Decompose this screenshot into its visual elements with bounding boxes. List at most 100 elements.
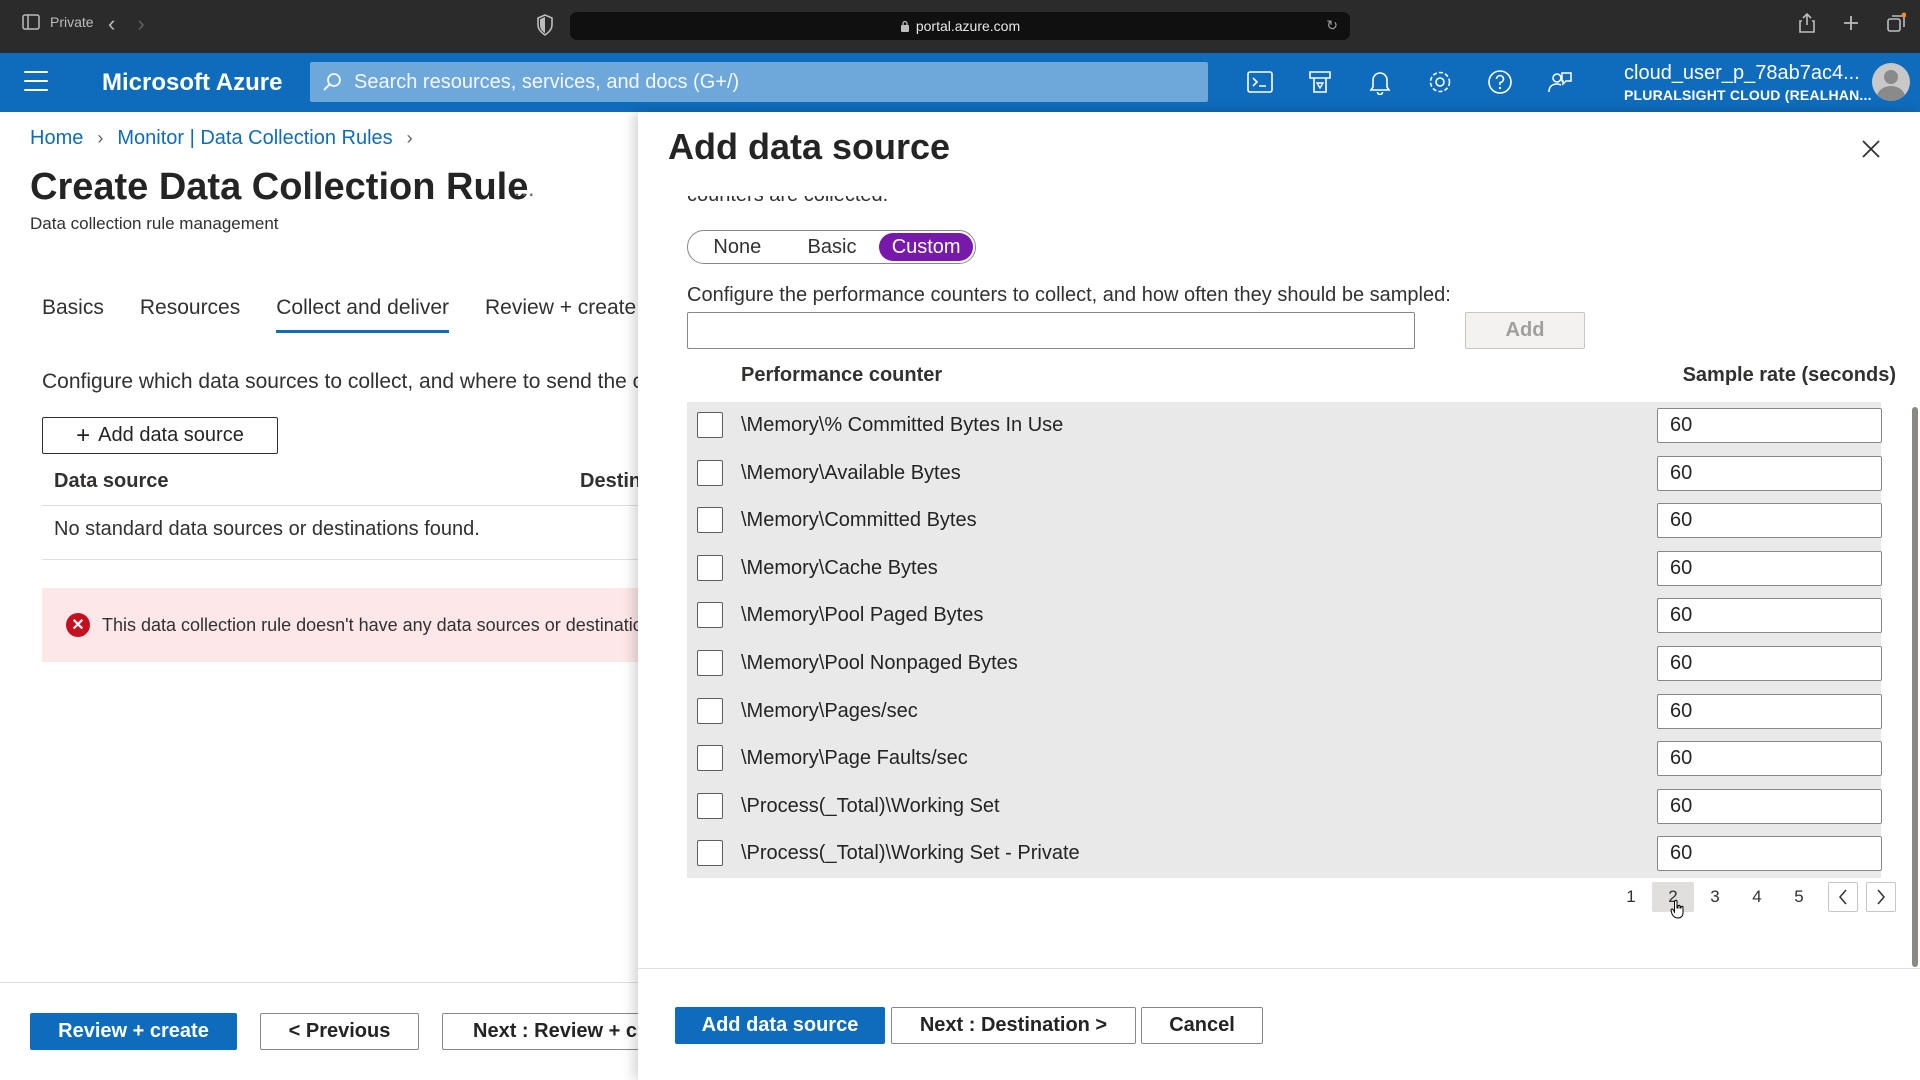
column-performance-counter: Performance counter xyxy=(741,364,943,386)
private-indicator: Private xyxy=(22,14,94,30)
counter-name: \Memory\% Committed Bytes In Use xyxy=(741,414,1064,436)
table-row: \Process(_Total)\Working Set - Private xyxy=(687,830,1882,878)
row-checkbox[interactable] xyxy=(697,459,723,486)
breadcrumb-home[interactable]: Home xyxy=(30,127,83,150)
counter-name: \Memory\Pool Nonpaged Bytes xyxy=(741,652,1018,674)
sample-rate-input[interactable] xyxy=(1657,598,1882,634)
notifications-icon[interactable] xyxy=(1364,66,1396,98)
table-row: \Memory\% Committed Bytes In Use xyxy=(687,402,1882,450)
close-icon[interactable] xyxy=(1856,134,1886,164)
panel-scrollbar[interactable] xyxy=(1912,407,1918,967)
counter-name: \Memory\Committed Bytes xyxy=(741,509,977,532)
pill-none[interactable]: None xyxy=(690,233,785,261)
counter-name-input[interactable] xyxy=(687,312,1415,349)
menu-icon[interactable] xyxy=(24,71,48,91)
forward-icon[interactable]: › xyxy=(137,12,144,36)
sample-rate-input[interactable] xyxy=(1657,836,1882,872)
table-row: \Memory\Committed Bytes xyxy=(687,497,1882,545)
account-tenant: PLURALSIGHT CLOUD (REALHAN... xyxy=(1624,87,1872,103)
row-checkbox[interactable] xyxy=(697,840,723,867)
add-data-source-label: Add data source xyxy=(98,424,244,446)
page-button-5[interactable]: 5 xyxy=(1778,882,1820,912)
browser-actions xyxy=(1798,12,1906,34)
shield-icon[interactable] xyxy=(536,14,554,36)
feedback-icon[interactable] xyxy=(1544,66,1576,98)
tab-review-create[interactable]: Review + create xyxy=(485,296,636,333)
row-checkbox[interactable] xyxy=(697,554,723,581)
sample-rate-input[interactable] xyxy=(1657,646,1882,681)
back-icon[interactable]: ‹ xyxy=(108,12,115,36)
directory-filter-icon[interactable] xyxy=(1304,66,1336,98)
tab-collect-and-deliver[interactable]: Collect and deliver xyxy=(276,296,450,333)
account-info[interactable]: cloud_user_p_78ab7ac4... PLURALSIGHT CLO… xyxy=(1624,61,1872,105)
address-bar[interactable]: portal.azure.com ↻ xyxy=(570,12,1350,40)
add-counter-button[interactable]: Add xyxy=(1465,312,1585,349)
tab-resources[interactable]: Resources xyxy=(140,296,240,333)
error-message: This data collection rule doesn't have a… xyxy=(102,614,643,635)
previous-button[interactable]: < Previous xyxy=(260,1013,419,1050)
column-destination: Destin xyxy=(580,470,642,492)
table-row: \Memory\Page Faults/sec xyxy=(687,735,1882,783)
row-checkbox[interactable] xyxy=(697,602,723,629)
hand-cursor-icon xyxy=(1670,899,1684,919)
help-icon[interactable] xyxy=(1484,66,1516,98)
review-create-button[interactable]: Review + create xyxy=(30,1013,237,1050)
browser-nav: ‹ › xyxy=(108,12,145,36)
cloud-shell-icon[interactable] xyxy=(1244,66,1276,98)
counter-name: \Memory\Pages/sec xyxy=(741,699,918,722)
account-username: cloud_user_p_78ab7ac4... xyxy=(1624,62,1860,84)
row-checkbox[interactable] xyxy=(697,792,723,819)
sample-rate-input[interactable] xyxy=(1657,550,1882,586)
pill-custom[interactable]: Custom xyxy=(879,233,973,261)
sample-rate-input[interactable] xyxy=(1657,693,1882,729)
avatar[interactable] xyxy=(1872,63,1910,101)
row-checkbox[interactable] xyxy=(697,412,723,438)
azure-top-nav: Microsoft Azure Search resources, servic… xyxy=(0,53,1920,112)
tab-basics[interactable]: Basics xyxy=(42,296,104,333)
tabs-overview-icon[interactable] xyxy=(1886,12,1906,34)
counter-name: \Process(_Total)\Working Set xyxy=(741,794,1000,817)
sample-rate-input[interactable] xyxy=(1657,408,1882,443)
add-data-source-button[interactable]: + Add data source xyxy=(42,417,278,454)
scrolled-description: counters are collected. xyxy=(687,196,888,206)
cancel-button[interactable]: Cancel xyxy=(1141,1007,1263,1044)
panel-title: Add data source xyxy=(668,126,951,167)
sample-rate-input[interactable] xyxy=(1657,503,1882,539)
search-placeholder: Search resources, services, and docs (G+… xyxy=(354,70,740,93)
chevron-right-icon[interactable] xyxy=(1866,882,1896,912)
search-input[interactable]: Search resources, services, and docs (G+… xyxy=(310,62,1208,102)
footer-divider xyxy=(0,982,640,983)
search-icon xyxy=(323,73,341,91)
counter-name: \Memory\Cache Bytes xyxy=(741,556,938,579)
settings-gear-icon[interactable] xyxy=(1424,66,1456,98)
new-tab-icon[interactable] xyxy=(1842,12,1860,34)
sample-rate-input[interactable] xyxy=(1657,741,1882,777)
page-button-3[interactable]: 3 xyxy=(1694,882,1736,912)
wizard-tabs: Basics Resources Collect and deliver Rev… xyxy=(42,296,672,333)
empty-table-message: No standard data sources or destinations… xyxy=(42,506,662,560)
row-checkbox[interactable] xyxy=(697,650,723,676)
more-options-icon[interactable]: ... xyxy=(514,176,535,202)
sidebar-toggle-icon[interactable] xyxy=(22,14,40,30)
page-button-1[interactable]: 1 xyxy=(1610,882,1652,912)
chevron-left-icon[interactable] xyxy=(1828,882,1858,912)
error-banner: ✕ This data collection rule doesn't have… xyxy=(42,588,662,662)
breadcrumb-parent[interactable]: Monitor | Data Collection Rules xyxy=(117,127,392,150)
counter-name: \Memory\Available Bytes xyxy=(741,461,961,484)
column-data-source: Data source xyxy=(54,470,169,492)
nav-icon-group xyxy=(1244,66,1576,98)
page-button-4[interactable]: 4 xyxy=(1736,882,1778,912)
pill-basic[interactable]: Basic xyxy=(785,233,880,261)
row-checkbox[interactable] xyxy=(697,745,723,772)
row-checkbox[interactable] xyxy=(697,507,723,534)
share-icon[interactable] xyxy=(1798,12,1816,34)
page-title: Create Data Collection Rule xyxy=(30,166,529,208)
row-checkbox[interactable] xyxy=(697,697,723,724)
sample-rate-input[interactable] xyxy=(1657,788,1882,824)
add-data-source-submit-button[interactable]: Add data source xyxy=(675,1007,885,1044)
sample-rate-input[interactable] xyxy=(1657,455,1882,491)
reload-icon[interactable]: ↻ xyxy=(1326,17,1338,34)
brand-title[interactable]: Microsoft Azure xyxy=(102,69,282,97)
page-subtitle: Data collection rule management xyxy=(30,214,279,233)
next-destination-button[interactable]: Next : Destination > xyxy=(891,1007,1136,1044)
